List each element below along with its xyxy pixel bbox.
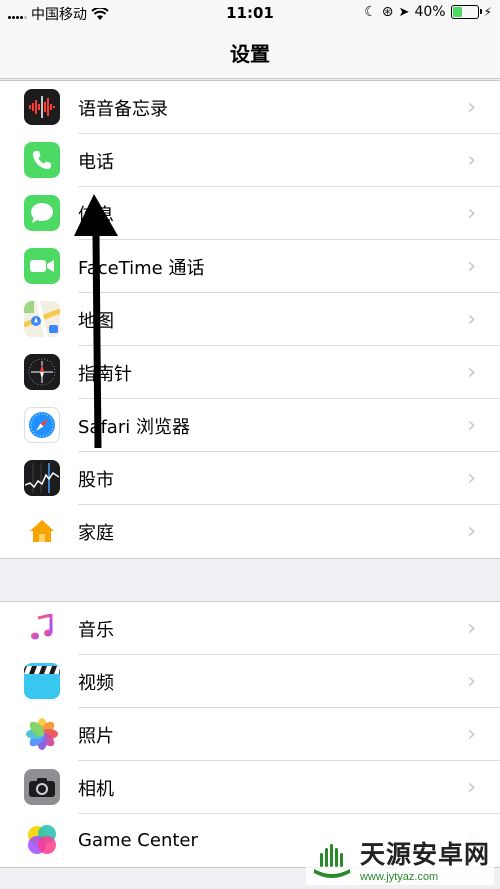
row-label: 信息 xyxy=(78,204,114,226)
watermark-url: www.jytyaz.com xyxy=(359,871,439,883)
row-stocks[interactable]: 股市 › xyxy=(0,452,500,505)
chevron-right-icon: › xyxy=(467,466,476,491)
chevron-right-icon: › xyxy=(467,307,476,332)
row-facetime[interactable]: FaceTime 通话 › xyxy=(0,240,500,293)
row-photos[interactable]: 照片 › xyxy=(0,708,500,761)
row-label: 语音备忘录 xyxy=(78,98,168,120)
battery-icon xyxy=(450,5,482,19)
home-icon xyxy=(24,513,60,549)
row-home[interactable]: 家庭 › xyxy=(0,505,500,558)
row-label: 家庭 xyxy=(78,522,114,544)
maps-icon xyxy=(24,301,60,337)
videos-icon xyxy=(24,663,60,699)
row-label: 指南针 xyxy=(78,363,132,385)
facetime-icon xyxy=(24,248,60,284)
camera-icon xyxy=(24,769,60,805)
orientation-lock-icon: ⊛ xyxy=(381,4,394,20)
row-camera[interactable]: 相机 › xyxy=(0,761,500,814)
game-center-icon xyxy=(24,822,60,858)
status-right: ☾ ⊛ ➤ 40% ⚡ xyxy=(364,4,492,20)
chevron-right-icon: › xyxy=(467,775,476,800)
settings-group-apps: 语音备忘录 › 电话 › 信息 › FaceTime 通话 › 地图 › 指南针… xyxy=(0,80,500,559)
charging-icon: ⚡ xyxy=(483,5,492,19)
watermark-logo-icon xyxy=(313,844,350,878)
chevron-right-icon: › xyxy=(467,616,476,641)
row-label: 股市 xyxy=(78,469,114,491)
row-music[interactable]: 音乐 › xyxy=(0,602,500,655)
stocks-icon xyxy=(24,460,60,496)
chevron-right-icon: › xyxy=(467,413,476,438)
row-label: 电话 xyxy=(78,151,114,173)
music-icon xyxy=(24,610,60,646)
chevron-right-icon: › xyxy=(467,254,476,279)
row-safari[interactable]: Safari 浏览器 › xyxy=(0,399,500,452)
row-videos[interactable]: 视频 › xyxy=(0,655,500,708)
chevron-right-icon: › xyxy=(467,519,476,544)
safari-icon xyxy=(24,407,60,443)
voice-memos-icon xyxy=(24,89,60,125)
chevron-right-icon: › xyxy=(467,95,476,120)
chevron-right-icon: › xyxy=(467,201,476,226)
row-voice-memos[interactable]: 语音备忘录 › xyxy=(0,81,500,134)
battery-percent: 40% xyxy=(414,4,446,20)
status-bar: 中国移动 11:01 ☾ ⊛ ➤ 40% ⚡ xyxy=(0,0,500,26)
chevron-right-icon: › xyxy=(467,669,476,694)
row-phone[interactable]: 电话 › xyxy=(0,134,500,187)
row-compass[interactable]: 指南针 › xyxy=(0,346,500,399)
row-maps[interactable]: 地图 › xyxy=(0,293,500,346)
watermark-name: 天源安卓网 xyxy=(359,840,490,869)
watermark: 天源安卓网 www.jytyaz.com xyxy=(305,833,494,885)
row-label: Game Center xyxy=(78,830,198,851)
row-label: 相机 xyxy=(78,778,114,800)
row-label: 照片 xyxy=(78,725,114,747)
page-title: 设置 xyxy=(230,42,270,66)
row-label: 音乐 xyxy=(78,619,114,641)
messages-icon xyxy=(24,195,60,231)
photos-icon xyxy=(24,716,60,752)
row-label: Safari 浏览器 xyxy=(78,416,190,438)
settings-group-media: 音乐 › 视频 › 照片 › 相机 › Game Center xyxy=(0,601,500,868)
moon-icon: ☾ xyxy=(364,4,377,20)
row-label: FaceTime 通话 xyxy=(78,257,205,279)
chevron-right-icon: › xyxy=(467,722,476,747)
compass-icon xyxy=(24,354,60,390)
chevron-right-icon: › xyxy=(467,360,476,385)
navigation-bar: 设置 xyxy=(0,26,500,79)
location-icon: ➤ xyxy=(398,4,410,20)
phone-icon xyxy=(24,142,60,178)
chevron-right-icon: › xyxy=(467,148,476,173)
row-label: 视频 xyxy=(78,672,114,694)
row-label: 地图 xyxy=(78,310,114,332)
row-messages[interactable]: 信息 › xyxy=(0,187,500,240)
